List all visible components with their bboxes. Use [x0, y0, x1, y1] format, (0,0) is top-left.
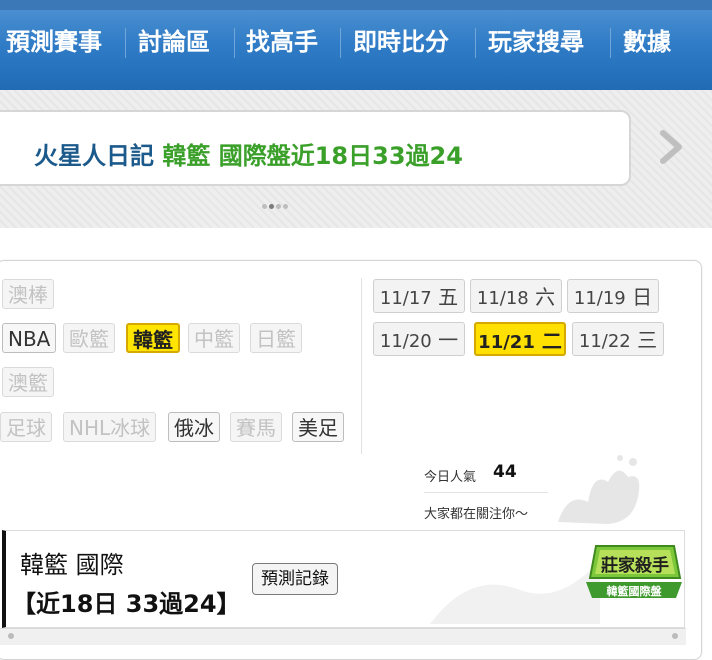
carousel-dot-active[interactable] — [269, 204, 274, 209]
league-chip-japan-basketball[interactable]: 日籃 — [250, 323, 302, 353]
popularity-subtitle: 大家都在關注你～ — [424, 507, 529, 522]
date-label: 11/18 — [476, 288, 529, 309]
date-label: 11/20 — [379, 331, 432, 352]
banner-bottom-edge — [0, 228, 712, 238]
bookmaker-killer-badge-icon: 莊家殺手 韓籃國際盤 — [586, 545, 682, 598]
league-chip-american-football[interactable]: 美足 — [292, 412, 344, 442]
nav-separator — [234, 28, 235, 58]
date-button[interactable]: 11/19 日 — [567, 279, 659, 313]
badge-subtitle: 韓籃國際盤 — [607, 584, 663, 598]
banner-record: 國際盤近18日33過24 — [218, 142, 463, 170]
mascot-watermark-icon — [558, 455, 640, 524]
date-label: 11/19 — [573, 288, 626, 309]
footer-dot — [8, 633, 14, 639]
popularity-value: 44 — [493, 462, 517, 482]
date-label: 11/17 — [379, 288, 432, 309]
nav-separator — [125, 28, 126, 58]
league-chip-au-baseball[interactable]: 澳棒 — [2, 279, 54, 309]
popularity-label: 今日人氣 — [424, 470, 477, 485]
date-button[interactable]: 11/17 五 — [373, 279, 465, 313]
weekday-label: 二 — [541, 329, 562, 353]
popularity-divider — [424, 492, 548, 493]
banner-category: 韓籃 — [162, 142, 211, 170]
nav-forum[interactable]: 討論區 — [138, 24, 210, 60]
league-chip-euro-basketball[interactable]: 歐籃 — [63, 323, 115, 353]
league-chip-nhl[interactable]: NHL冰球 — [63, 412, 157, 442]
record-title: 韓籃 國際 — [20, 551, 124, 579]
date-label: 11/22 — [578, 331, 631, 352]
banner-name: 火星人日記 — [34, 142, 154, 170]
card-footer-bar — [0, 628, 686, 645]
league-chip-russia-hockey[interactable]: 俄冰 — [168, 412, 220, 442]
chevron-right-icon[interactable] — [658, 130, 684, 164]
date-button[interactable]: 11/20 一 — [373, 322, 465, 356]
weekday-label: 五 — [438, 285, 459, 309]
nav-separator — [610, 28, 611, 58]
league-chip-au-basketball[interactable]: 澳籃 — [2, 367, 54, 397]
carousel-dots — [262, 194, 290, 213]
nav-stats[interactable]: 數據 — [623, 24, 671, 60]
weekday-label: 一 — [438, 328, 459, 352]
date-label: 11/21 — [478, 332, 535, 353]
banner-headline[interactable]: 火星人日記 韓籃 國際盤近18日33過24 — [34, 138, 463, 174]
weekday-label: 六 — [535, 285, 556, 309]
carousel-dot[interactable] — [262, 204, 267, 209]
nav-separator — [340, 28, 341, 58]
footer-dot — [672, 633, 678, 639]
league-chip-korea-basketball[interactable]: 韓籃 — [126, 323, 180, 353]
card-background-pattern — [430, 560, 600, 624]
league-chip-soccer[interactable]: 足球 — [0, 412, 52, 442]
league-chip-china-basketball[interactable]: 中籃 — [188, 323, 240, 353]
badge-title: 莊家殺手 — [601, 555, 669, 576]
nav-separator — [475, 28, 476, 58]
carousel-dot[interactable] — [276, 204, 281, 209]
weekday-label: 三 — [637, 328, 658, 352]
nav-predict-events[interactable]: 預測賽事 — [6, 24, 102, 60]
nav-live-scores[interactable]: 即時比分 — [353, 24, 449, 60]
date-button-selected[interactable]: 11/21 二 — [474, 322, 566, 356]
league-chip-nba[interactable]: NBA — [2, 323, 57, 353]
top-strip — [0, 0, 712, 10]
date-button[interactable]: 11/22 三 — [572, 322, 664, 356]
nav-find-experts[interactable]: 找高手 — [246, 24, 318, 60]
panel-divider — [361, 278, 362, 454]
prediction-history-button[interactable]: 預測記錄 — [252, 563, 338, 595]
weekday-label: 日 — [632, 285, 653, 309]
date-button[interactable]: 11/18 六 — [470, 279, 562, 313]
league-chip-horse-racing[interactable]: 賽馬 — [230, 412, 282, 442]
carousel-dot[interactable] — [283, 204, 288, 209]
record-summary: 【近18日 33過24】 — [12, 590, 241, 618]
nav-player-search[interactable]: 玩家搜尋 — [488, 24, 584, 60]
